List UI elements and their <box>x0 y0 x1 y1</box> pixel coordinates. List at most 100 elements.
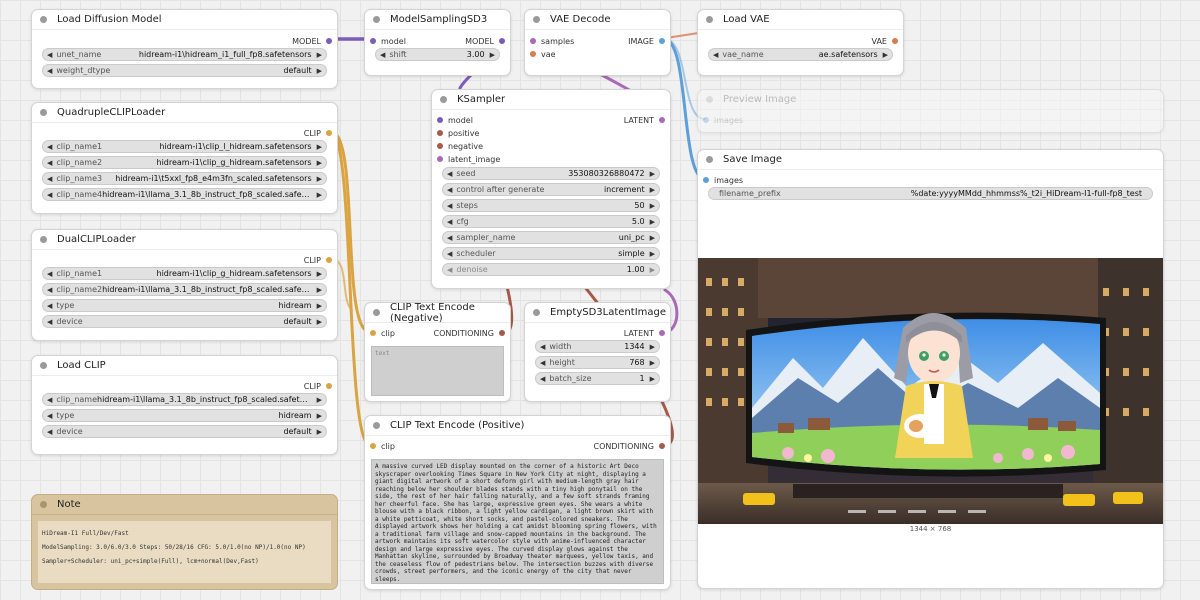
output-clip[interactable]: CLIP <box>304 380 332 392</box>
collapse-dot-icon[interactable] <box>533 309 540 316</box>
output-dot-icon[interactable] <box>326 257 332 263</box>
clip-name1-widget[interactable]: ◀ clip_name1 hidream-i1\clip_l_hidream.saf… <box>42 140 327 153</box>
node-quadruple-clip-loader[interactable]: QuadrupleCLIPLoader CLIP ◀ clip_name1 hidr… <box>31 102 338 214</box>
output-conditioning[interactable]: CONDITIONING <box>594 440 665 452</box>
input-dot-icon[interactable] <box>370 443 376 449</box>
right-arrow-icon[interactable]: ▶ <box>650 202 655 210</box>
left-arrow-icon[interactable]: ◀ <box>447 202 452 210</box>
left-arrow-icon[interactable]: ◀ <box>47 191 52 199</box>
left-arrow-icon[interactable]: ◀ <box>447 250 452 258</box>
seed-widget[interactable]: ◀ seed 353080326880472 ▶ <box>442 167 660 180</box>
node-vae-decode[interactable]: VAE Decode samples vae IMAGE <box>524 9 671 76</box>
right-arrow-icon[interactable]: ▶ <box>317 191 322 199</box>
device-widget[interactable]: ◀ device default ▶ <box>42 315 327 328</box>
clip-name3-widget[interactable]: ◀ clip_name3 hidream-i1\t5xxl_fp8_e4m3fn_s… <box>42 172 327 185</box>
right-arrow-icon[interactable]: ▶ <box>883 51 888 59</box>
output-clip[interactable]: CLIP <box>304 127 332 139</box>
left-arrow-icon[interactable]: ◀ <box>47 143 52 151</box>
input-latent-image[interactable]: latent_image <box>437 153 500 165</box>
clip-name4-widget[interactable]: ◀ clip_name4 hidream-i1\llama_3.1_8b_instr… <box>42 188 327 201</box>
node-model-sampling-sd3[interactable]: ModelSamplingSD3 model MODEL ◀ shift 3.00 ▶ <box>364 9 511 76</box>
input-positive[interactable]: positive <box>437 127 479 139</box>
width-widget[interactable]: ◀ width 1344 ▶ <box>535 340 660 353</box>
right-arrow-icon[interactable]: ▶ <box>317 270 322 278</box>
output-vae[interactable]: VAE <box>872 35 898 47</box>
input-clip[interactable]: clip <box>370 327 395 339</box>
input-model[interactable]: model <box>437 114 473 126</box>
control-after-generate-widget[interactable]: ◀ control after generate increment ▶ <box>442 183 660 196</box>
output-dot-icon[interactable] <box>659 443 665 449</box>
right-arrow-icon[interactable]: ▶ <box>317 318 322 326</box>
filename-prefix-widget[interactable]: filename_prefix %date:yyyyMMdd_hhmmss%_t2… <box>708 187 1153 200</box>
input-dot-icon[interactable] <box>370 330 376 336</box>
collapse-dot-icon[interactable] <box>40 109 47 116</box>
input-images[interactable]: images <box>703 174 743 186</box>
type-widget[interactable]: ◀ type hidream ▶ <box>42 409 327 422</box>
right-arrow-icon[interactable]: ▶ <box>650 186 655 194</box>
right-arrow-icon[interactable]: ▶ <box>650 170 655 178</box>
weight-dtype-widget[interactable]: ◀ weight_dtype default ▶ <box>42 64 327 77</box>
shift-widget[interactable]: ◀ shift 3.00 ▶ <box>375 48 500 61</box>
right-arrow-icon[interactable]: ▶ <box>317 51 322 59</box>
right-arrow-icon[interactable]: ▶ <box>317 286 322 294</box>
right-arrow-icon[interactable]: ▶ <box>317 396 322 404</box>
collapse-dot-icon[interactable] <box>40 501 47 508</box>
unet-name-widget[interactable]: ◀ unet_name hidream-i1\hidream_i1_full_fp8… <box>42 48 327 61</box>
right-arrow-icon[interactable]: ▶ <box>650 250 655 258</box>
negative-prompt-textarea[interactable]: text <box>371 346 504 396</box>
right-arrow-icon[interactable]: ▶ <box>650 266 655 274</box>
right-arrow-icon[interactable]: ▶ <box>490 51 495 59</box>
collapse-dot-icon[interactable] <box>373 309 380 316</box>
left-arrow-icon[interactable]: ◀ <box>540 375 545 383</box>
input-negative[interactable]: negative <box>437 140 483 152</box>
right-arrow-icon[interactable]: ▶ <box>317 143 322 151</box>
sampler-name-widget[interactable]: ◀ sampler_name uni_pc ▶ <box>442 231 660 244</box>
input-samples[interactable]: samples <box>530 35 574 47</box>
right-arrow-icon[interactable]: ▶ <box>650 218 655 226</box>
input-dot-icon[interactable] <box>703 177 709 183</box>
left-arrow-icon[interactable]: ◀ <box>713 51 718 59</box>
right-arrow-icon[interactable]: ▶ <box>650 359 655 367</box>
node-load-diffusion-model[interactable]: Load Diffusion Model MODEL ◀ unet_name hid… <box>31 9 338 89</box>
collapse-dot-icon[interactable] <box>706 96 713 103</box>
left-arrow-icon[interactable]: ◀ <box>380 51 385 59</box>
vae-name-widget[interactable]: ◀ vae_name ae.safetensors ▶ <box>708 48 893 61</box>
collapse-dot-icon[interactable] <box>706 16 713 23</box>
input-dot-icon[interactable] <box>530 51 536 57</box>
input-dot-icon[interactable] <box>530 38 536 44</box>
type-widget[interactable]: ◀ type hidream ▶ <box>42 299 327 312</box>
node-clip-text-encode-positive[interactable]: CLIP Text Encode (Positive) clip CONDITI… <box>364 415 671 590</box>
node-save-image[interactable]: Save Image images filename_prefix %date:y… <box>697 149 1164 589</box>
batch-size-widget[interactable]: ◀ batch_size 1 ▶ <box>535 372 660 385</box>
left-arrow-icon[interactable]: ◀ <box>447 218 452 226</box>
node-clip-text-encode-negative[interactable]: CLIP Text Encode (Negative) clip CONDITI… <box>364 302 511 402</box>
output-conditioning[interactable]: CONDITIONING <box>434 327 505 339</box>
right-arrow-icon[interactable]: ▶ <box>650 375 655 383</box>
input-dot-icon[interactable] <box>437 156 443 162</box>
output-dot-icon[interactable] <box>499 330 505 336</box>
right-arrow-icon[interactable]: ▶ <box>650 343 655 351</box>
left-arrow-icon[interactable]: ◀ <box>540 359 545 367</box>
output-image[interactable]: IMAGE <box>628 35 665 47</box>
node-load-clip[interactable]: Load CLIP CLIP ◀ clip_name hidream-i1\llam… <box>31 355 338 455</box>
left-arrow-icon[interactable]: ◀ <box>47 270 52 278</box>
steps-widget[interactable]: ◀ steps 50 ▶ <box>442 199 660 212</box>
output-dot-icon[interactable] <box>892 38 898 44</box>
height-widget[interactable]: ◀ height 768 ▶ <box>535 356 660 369</box>
left-arrow-icon[interactable]: ◀ <box>47 412 52 420</box>
input-dot-icon[interactable] <box>437 143 443 149</box>
collapse-dot-icon[interactable] <box>440 96 447 103</box>
output-dot-icon[interactable] <box>326 130 332 136</box>
collapse-dot-icon[interactable] <box>40 16 47 23</box>
output-dot-icon[interactable] <box>499 38 505 44</box>
node-load-vae[interactable]: Load VAE VAE ◀ vae_name ae.safetensors ▶ <box>697 9 904 76</box>
clip-name1-widget[interactable]: ◀ clip_name1 hidream-i1\clip_g_hidream.saf… <box>42 267 327 280</box>
output-dot-icon[interactable] <box>659 330 665 336</box>
left-arrow-icon[interactable]: ◀ <box>447 234 452 242</box>
input-vae[interactable]: vae <box>530 48 556 60</box>
node-note[interactable]: Note HiDream-I1 Full/Dev/Fast ModelSampl… <box>31 494 338 590</box>
denoise-widget[interactable]: ◀ denoise 1.00 ▶ <box>442 263 660 276</box>
clip-name-widget[interactable]: ◀ clip_name hidream-i1\llama_3.1_8b_instru… <box>42 393 327 406</box>
device-widget[interactable]: ◀ device default ▶ <box>42 425 327 438</box>
left-arrow-icon[interactable]: ◀ <box>47 51 52 59</box>
